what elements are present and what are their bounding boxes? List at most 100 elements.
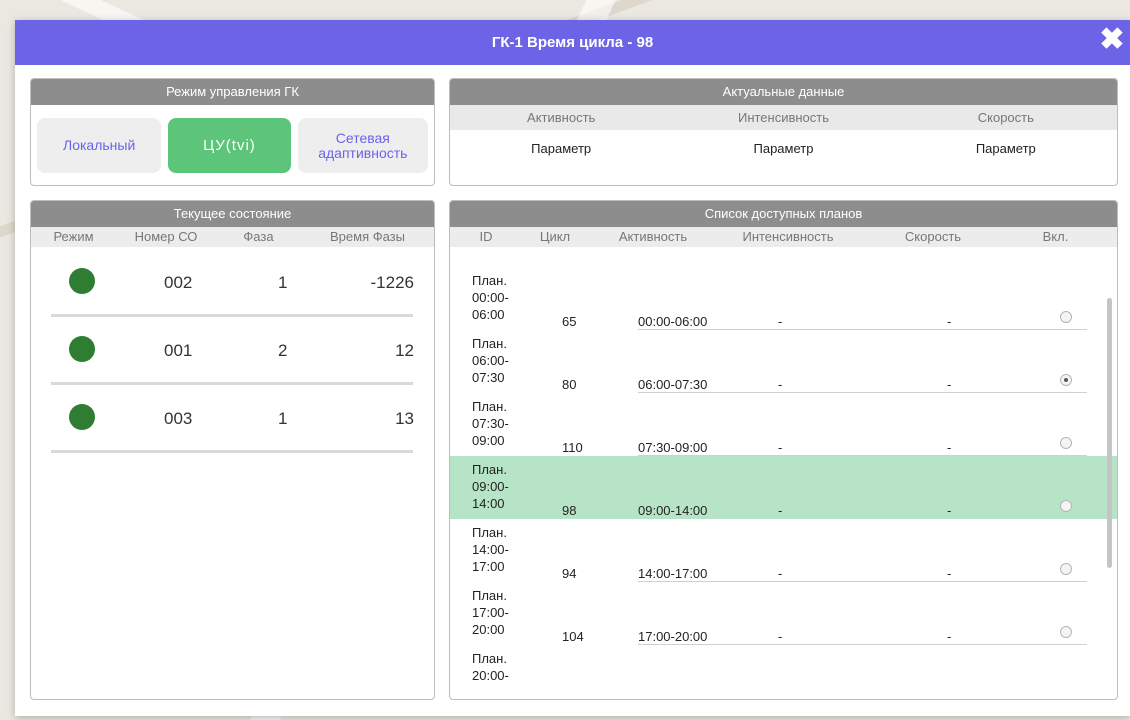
plan-id-line: 06:00 — [472, 307, 505, 322]
current-state-header: Режим Номер СО Фаза Время Фазы — [31, 227, 434, 247]
plan-intensity: - — [778, 377, 783, 392]
col-plan-activity: Активность — [618, 229, 688, 244]
phase-value: 2 — [278, 341, 288, 360]
plan-speed: - — [947, 377, 952, 392]
plan-row[interactable]: План. 00:00- 06:00 65 00:00-06:00 - - — [450, 267, 1117, 330]
actual-data-values: Параметр Параметр Параметр — [450, 130, 1117, 167]
so-number: 001 — [164, 341, 193, 360]
plan-row-active[interactable]: План. 09:00- 14:00 98 09:00-14:00 - - — [450, 456, 1117, 519]
phase-value: 1 — [278, 273, 288, 292]
plan-id-line: План. — [472, 651, 507, 666]
plan-id-line: 17:00 — [472, 559, 505, 574]
status-indicator — [69, 336, 95, 362]
col-plan-intensity: Интенсивность — [742, 229, 834, 244]
col-activity: Активность — [527, 110, 596, 125]
plan-activity: 09:00-14:00 — [638, 503, 708, 518]
plan-cycle: 80 — [562, 377, 577, 392]
activity-value: Параметр — [531, 141, 592, 156]
status-indicator — [69, 404, 95, 430]
plan-enable-radio[interactable] — [1060, 626, 1072, 638]
control-mode-panel: Режим управления ГК Локальный ЦУ(tvi) Се… — [30, 78, 435, 186]
plan-intensity: - — [778, 629, 783, 644]
plan-row[interactable]: План. 14:00- 17:00 94 14:00-17:00 - - — [450, 519, 1117, 582]
plan-id-line: 06:00- — [472, 353, 509, 368]
plan-id-line: 20:00- — [472, 668, 509, 683]
plan-id-line: 09:00- — [472, 479, 509, 494]
state-row: 002 1 -1226 — [31, 257, 434, 325]
state-row: 001 2 12 — [31, 325, 434, 393]
plan-id-line: План. — [472, 273, 507, 288]
plan-row[interactable]: План. 20:00- — [450, 645, 1117, 699]
plan-id-line: План. — [472, 336, 507, 351]
speed-value: Параметр — [975, 141, 1036, 156]
control-mode-title: Режим управления ГК — [31, 79, 434, 105]
plan-activity: 00:00-06:00 — [638, 314, 708, 329]
cycle-time-dialog: ГК-1 Время цикла - 98 ✖ Режим управления… — [15, 20, 1130, 716]
current-state-panel: Текущее состояние Режим Номер СО Фаза Вр… — [30, 200, 435, 700]
plan-id-line: План. — [472, 462, 507, 477]
plan-intensity: - — [778, 314, 783, 329]
plan-speed: - — [947, 440, 952, 455]
plan-id-line: 07:30- — [472, 416, 509, 431]
plan-intensity: - — [778, 566, 783, 581]
close-icon[interactable]: ✖ — [1098, 25, 1126, 56]
so-number: 002 — [164, 273, 193, 292]
col-mode: Режим — [53, 229, 94, 244]
row-divider — [51, 450, 413, 453]
intensity-value: Параметр — [753, 141, 814, 156]
plans-header: ID Цикл Активность Интенсивность Скорост… — [450, 227, 1117, 247]
mode-cu-tvi-button[interactable]: ЦУ(tvi) — [168, 118, 291, 173]
actual-data-title: Актуальные данные — [450, 79, 1117, 105]
so-number: 003 — [164, 409, 193, 428]
col-speed: Скорость — [977, 110, 1034, 125]
plan-id-line: 09:00 — [472, 433, 505, 448]
plans-scrollbar[interactable] — [1107, 298, 1112, 568]
plans-list[interactable]: План. 00:00- 06:00 65 00:00-06:00 - - План… — [450, 248, 1117, 699]
plan-activity: 17:00-20:00 — [638, 629, 708, 644]
plan-enable-radio[interactable] — [1060, 311, 1072, 323]
plan-enable-radio[interactable] — [1060, 500, 1072, 512]
row-divider — [51, 314, 413, 317]
mode-local-button[interactable]: Локальный — [37, 118, 162, 173]
col-enabled: Вкл. — [1042, 229, 1069, 244]
plan-row[interactable]: План. 17:00- 20:00 104 17:00-20:00 - - — [450, 582, 1117, 645]
col-cycle: Цикл — [539, 229, 571, 244]
plan-enable-radio[interactable] — [1060, 374, 1072, 386]
dialog-title: ГК-1 Время цикла - 98 — [491, 34, 654, 51]
state-row: 003 1 13 — [31, 393, 434, 461]
phase-value: 1 — [278, 409, 288, 428]
plan-enable-radio[interactable] — [1060, 563, 1072, 575]
actual-data-panel: Актуальные данные Активность Интенсивнос… — [449, 78, 1118, 186]
phase-time-value: 13 — [395, 409, 414, 428]
plan-enable-radio[interactable] — [1060, 437, 1072, 449]
col-phase-time: Время Фазы — [330, 229, 405, 244]
plan-id-line: План. — [472, 588, 507, 603]
plan-id-line: 14:00- — [472, 542, 509, 557]
plan-row[interactable]: План. 07:30- 09:00 110 07:30-09:00 - - — [450, 393, 1117, 456]
plan-intensity: - — [778, 503, 783, 518]
plan-id-line: 00:00- — [472, 290, 509, 305]
col-intensity: Интенсивность — [737, 110, 830, 125]
col-id: ID — [479, 229, 493, 244]
actual-data-header: Активность Интенсивность Скорость — [450, 105, 1117, 130]
plan-id-line: 20:00 — [472, 622, 505, 637]
available-plans-panel: Список доступных планов ID Цикл Активнос… — [449, 200, 1118, 700]
col-number: Номер СО — [134, 229, 198, 244]
mode-network-adaptive-button[interactable]: Сетевая адаптивность — [297, 118, 428, 173]
status-indicator — [69, 268, 95, 294]
plan-intensity: - — [778, 440, 783, 455]
plan-speed: - — [947, 566, 952, 581]
phase-time-value: -1226 — [370, 273, 414, 292]
plan-id-line: 17:00- — [472, 605, 509, 620]
row-divider — [51, 382, 413, 385]
plan-activity: 07:30-09:00 — [638, 440, 708, 455]
plan-row[interactable]: План. 06:00- 07:30 80 06:00-07:30 - - — [450, 330, 1117, 393]
plan-cycle: 94 — [562, 566, 577, 581]
plan-activity: 14:00-17:00 — [638, 566, 708, 581]
available-plans-title: Список доступных планов — [450, 201, 1117, 227]
plan-id-line: 14:00 — [472, 496, 505, 511]
plan-cycle: 110 — [562, 440, 583, 455]
plan-id-line: План. — [472, 525, 507, 540]
plan-cycle: 98 — [562, 503, 577, 518]
dialog-titlebar: ГК-1 Время цикла - 98 ✖ — [15, 20, 1130, 65]
